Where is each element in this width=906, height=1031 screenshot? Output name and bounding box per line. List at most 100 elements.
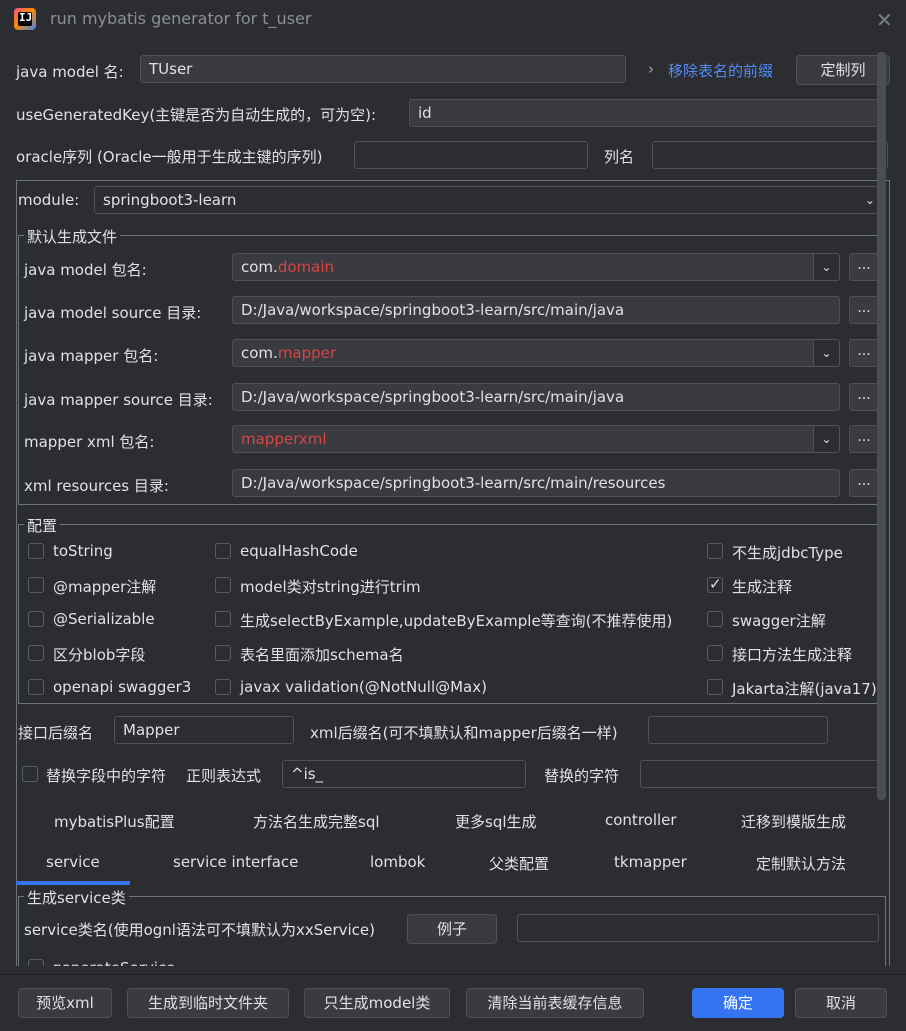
ok-button[interactable]: 确定 (692, 988, 784, 1018)
directory-input[interactable]: D:/Java/workspace/springboot3-learn/src/… (232, 469, 840, 497)
package-select[interactable]: com.domain (232, 253, 814, 281)
config-checkbox[interactable] (707, 611, 723, 627)
replace-field-label: 替换字段中的字符 (46, 767, 167, 785)
interface-suffix-input[interactable]: Mapper (114, 716, 294, 744)
config-option-label: 生成注释 (732, 578, 793, 596)
config-tab[interactable]: 方法名生成完整sql (253, 811, 380, 832)
default-file-label: java model 包名: (24, 261, 147, 279)
package-prefix: com. (241, 258, 278, 276)
package-suffix: domain (277, 258, 334, 276)
config-checkbox[interactable] (215, 543, 231, 559)
model-name-label: java model 名: (16, 63, 124, 81)
config-checkbox[interactable] (28, 611, 44, 627)
chevron-down-icon[interactable]: ⌄ (814, 339, 840, 367)
config-checkbox[interactable] (28, 679, 44, 695)
config-option-label: toString (53, 542, 113, 560)
module-label: module: (18, 191, 80, 209)
oracle-sequence-input[interactable] (354, 141, 588, 169)
tab-active-indicator (16, 881, 130, 885)
config-checkbox[interactable] (28, 543, 44, 559)
model-only-button[interactable]: 只生成model类 (304, 988, 450, 1018)
config-checkbox[interactable] (707, 575, 723, 593)
generate-temp-button[interactable]: 生成到临时文件夹 (127, 988, 289, 1018)
config-tab[interactable]: mybatisPlus配置 (54, 811, 175, 832)
service-title: 生成service类 (24, 887, 129, 908)
chevron-down-icon[interactable]: ⌄ (814, 253, 840, 281)
oracle-sequence-label: oracle序列 (Oracle一般用于生成主键的序列) (16, 148, 323, 166)
config-checkbox[interactable] (28, 577, 44, 593)
config-option-label: 区分blob字段 (53, 646, 146, 664)
config-checkbox[interactable] (215, 679, 231, 695)
config-checkbox[interactable] (707, 645, 723, 661)
config-option-label: openapi swagger3 (53, 678, 192, 696)
browse-button[interactable]: ... (849, 253, 879, 281)
clear-cache-button[interactable]: 清除当前表缓存信息 (466, 988, 644, 1018)
generate-service-checkbox[interactable] (28, 959, 44, 966)
config-checkbox[interactable] (28, 645, 44, 661)
app-icon: IJ (14, 8, 36, 30)
footer-separator (0, 974, 906, 975)
config-tab[interactable]: controller (605, 811, 677, 829)
scrollbar[interactable] (877, 52, 886, 800)
column-name-input[interactable] (652, 141, 888, 169)
config-title: 配置 (24, 515, 61, 536)
browse-button[interactable]: ... (849, 469, 879, 497)
regex-input[interactable]: ^is_ (282, 760, 526, 788)
default-file-label: java mapper source 目录: (24, 391, 213, 409)
chevron-down-icon[interactable]: ⌄ (814, 425, 840, 453)
xml-suffix-input[interactable] (648, 716, 828, 744)
config-checkbox[interactable] (707, 679, 723, 695)
config-option-label: Jakarta注解(java17) (732, 680, 877, 698)
browse-button[interactable]: ... (849, 383, 879, 411)
example-button[interactable]: 例子 (407, 914, 497, 944)
config-tab[interactable]: 更多sql生成 (455, 811, 537, 832)
config-checkbox[interactable] (215, 611, 231, 627)
chevron-down-icon: ⌄ (864, 193, 875, 207)
service-name-input[interactable] (517, 914, 879, 942)
config-tab[interactable]: 迁移到模版生成 (741, 811, 846, 832)
browse-button[interactable]: ... (849, 296, 879, 324)
use-generated-key-label: useGeneratedKey(主键是否为自动生成的，可为空): (16, 106, 377, 124)
directory-input[interactable]: D:/Java/workspace/springboot3-learn/src/… (232, 296, 840, 324)
config-option-label: 表名里面添加schema名 (240, 646, 404, 664)
xml-suffix-label: xml后缀名(可不填默认和mapper后缀名一样) (310, 724, 618, 742)
remove-prefix-link[interactable]: 移除表名的前缀 (668, 60, 773, 81)
directory-input[interactable]: D:/Java/workspace/springboot3-learn/src/… (232, 383, 840, 411)
config-option-label: @Serializable (53, 610, 155, 628)
package-suffix: mapperxml (241, 430, 327, 448)
config-tab[interactable]: 定制默认方法 (756, 853, 846, 874)
window-title: run mybatis generator for t_user (50, 9, 312, 28)
config-option-label: 接口方法生成注释 (732, 646, 853, 664)
replace-with-input[interactable] (640, 760, 886, 788)
tab-service-active[interactable]: service (46, 853, 100, 871)
use-generated-key-input[interactable]: id (409, 99, 886, 127)
default-files-title: 默认生成文件 (24, 226, 121, 247)
config-checkbox[interactable] (215, 645, 231, 661)
generate-service-label: generateService (52, 959, 175, 966)
preview-xml-button[interactable]: 预览xml (18, 988, 112, 1018)
config-tab[interactable]: tkmapper (614, 853, 687, 871)
title-bar: IJ run mybatis generator for t_user ✕ (0, 0, 906, 40)
config-option-label: @mapper注解 (53, 578, 157, 596)
regex-label: 正则表达式 (186, 767, 262, 785)
config-tab[interactable]: service interface (173, 853, 298, 871)
package-select[interactable]: com.mapper (232, 339, 814, 367)
dialog-content: java model 名: TUser › 移除表名的前缀 定制列 useGen… (14, 48, 890, 966)
browse-button[interactable]: ... (849, 425, 879, 453)
config-tab[interactable]: 父类配置 (489, 853, 549, 874)
replace-field-checkbox[interactable] (22, 766, 38, 782)
close-icon[interactable]: ✕ (876, 8, 893, 32)
cancel-button[interactable]: 取消 (795, 988, 887, 1018)
module-select[interactable]: springboot3-learn ⌄ (94, 186, 884, 214)
config-option-label: model类对string进行trim (240, 578, 421, 596)
config-checkbox[interactable] (215, 577, 231, 593)
default-file-label: java model source 目录: (24, 304, 202, 322)
package-suffix: mapper (277, 344, 337, 362)
config-checkbox[interactable] (707, 543, 723, 559)
browse-button[interactable]: ... (849, 339, 879, 367)
default-file-label: java mapper 包名: (24, 347, 159, 365)
config-tab[interactable]: lombok (370, 853, 425, 871)
package-select[interactable]: mapperxml (232, 425, 814, 453)
custom-columns-button[interactable]: 定制列 (796, 55, 890, 85)
model-name-input[interactable]: TUser (140, 55, 626, 83)
